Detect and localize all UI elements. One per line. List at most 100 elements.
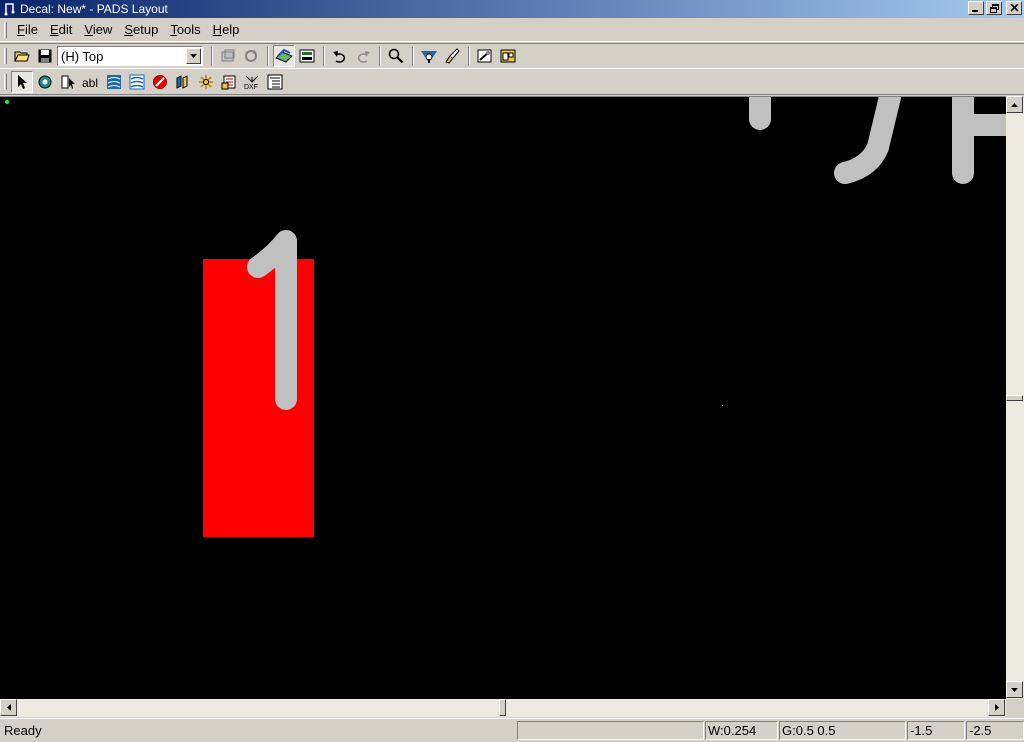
save-button[interactable] [34,45,56,67]
restore-button[interactable] [986,1,1002,15]
2d-line-icon [176,74,188,89]
menu-setup[interactable]: Setup [118,20,164,40]
toolbar-separator [468,46,470,66]
layer-select[interactable]: (H) Top [57,46,203,66]
scrollbar-corner [1006,699,1024,717]
layer-pairs-icon [299,49,315,63]
window-title: Decal: New* - PADS Layout [20,2,168,16]
keepout-button[interactable] [149,71,171,93]
canvas-drawing [203,97,1006,537]
standard-toolbar: (H) Top [0,43,1024,69]
vertical-scroll-thumb[interactable] [1006,395,1023,401]
menu-edit[interactable]: Edit [44,20,78,40]
properties-icon [221,49,235,62]
view-button[interactable] [418,45,440,67]
cursor-point [722,405,723,406]
display-toggle-icon [275,48,293,63]
status-grid: G:0.5 0.5 [779,721,906,740]
toolbar-separator [267,46,269,66]
origin-marker [5,100,9,104]
partial-label-text [749,97,1006,184]
scroll-right-button[interactable] [988,699,1005,716]
vertical-scrollbar[interactable] [1006,96,1024,699]
refresh-button[interactable] [240,45,262,67]
chevron-left-icon [6,704,11,711]
zoom-button[interactable] [385,45,407,67]
menu-bar: File Edit View Setup Tools Help [0,19,1024,42]
toolbar-separator [412,46,414,66]
wizard-button[interactable] [195,71,217,93]
drafting-button[interactable] [218,71,240,93]
terminal-icon [61,75,75,89]
toolbar-grip[interactable] [4,48,7,64]
undo-button[interactable] [329,45,351,67]
pads-layout-window: Decal: New* - PADS Layout File Edit View… [0,0,1024,742]
layer-dropdown-button[interactable] [186,48,201,64]
select-icon [18,74,27,89]
menu-tools[interactable]: Tools [164,20,206,40]
copper-button[interactable] [103,71,125,93]
status-bar: Ready W:0.254 G:0.5 0.5 -1.5 -2.5 [0,718,1024,742]
drop-terminal-button[interactable] [57,71,79,93]
app-icon [2,2,16,16]
status-pane-empty [517,721,704,740]
horizontal-scroll-thumb[interactable] [499,699,506,716]
copper-icon [107,74,121,89]
toolbar-grip[interactable] [4,73,7,90]
scroll-left-button[interactable] [0,699,17,716]
open-icon [14,51,30,62]
select-mode-button[interactable] [11,70,33,93]
terminal-pad-button[interactable] [34,71,56,93]
zoom-icon [388,48,404,64]
view-icon [421,51,437,63]
text-button[interactable]: abl [80,71,102,93]
chevron-up-icon [1011,102,1018,107]
scroll-up-button[interactable] [1006,96,1023,113]
wizard-icon [199,74,213,89]
decal-wizard-icon [477,49,492,63]
svg-text:DXF: DXF [244,84,258,90]
svg-text:abl: abl [82,76,98,89]
design-canvas[interactable] [0,96,1006,699]
save-icon [38,49,52,63]
list-button[interactable] [264,71,286,93]
list-icon [267,74,283,89]
properties-button[interactable] [217,45,239,67]
dxf-icon: DXF [244,75,259,90]
open-button[interactable] [11,45,33,67]
chevron-down-icon [1011,687,1018,692]
status-x-coordinate: -1.5 [907,721,965,740]
drafting-icon [221,75,236,89]
eraser-icon [445,48,460,64]
eraser-button[interactable] [441,45,463,67]
design-toolbar-button[interactable] [497,45,519,67]
layer-pairs-button[interactable] [296,45,318,67]
close-button[interactable] [1006,1,1022,15]
2d-line-button[interactable] [172,71,194,93]
chevron-right-icon [994,704,999,711]
menu-view[interactable]: View [78,20,118,40]
pad-1[interactable] [203,259,314,537]
scroll-down-button[interactable] [1006,681,1023,698]
toolbar-separator [323,46,325,66]
status-width: W:0.254 [705,721,778,740]
copper-cutout-icon [129,74,145,89]
copper-cutout-button[interactable] [126,71,148,93]
menubar-grip[interactable] [4,22,7,38]
chevron-down-icon [190,54,197,58]
menu-help[interactable]: Help [207,20,246,40]
horizontal-scrollbar[interactable] [0,699,1006,717]
minimize-button[interactable] [968,1,984,15]
text-icon: abl [82,76,98,89]
design-toolbar-icon [500,49,516,63]
dxf-import-button[interactable]: DXF [241,71,263,93]
decal-wizard-button[interactable] [474,45,496,67]
title-bar[interactable]: Decal: New* - PADS Layout [0,0,1024,18]
menu-file[interactable]: File [11,20,44,40]
redo-button[interactable] [352,45,374,67]
status-message: Ready [4,723,42,738]
redo-icon [358,51,370,63]
refresh-icon [245,50,257,62]
display-toggle-button[interactable] [273,45,295,67]
status-y-coordinate: -2.5 [966,721,1024,740]
